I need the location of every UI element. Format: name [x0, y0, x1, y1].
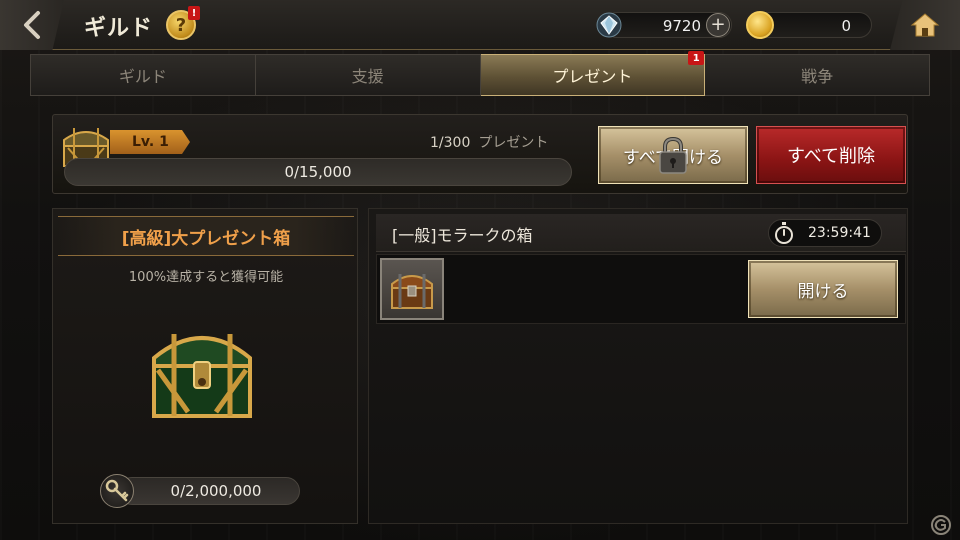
treasure-chest-icon — [391, 274, 433, 309]
reward-condition: 100%達成すると獲得可能 — [128, 270, 284, 285]
help-alert-badge: ! — [188, 6, 200, 20]
present-count-label: プレゼント — [478, 135, 549, 151]
level-badge: Lv. 1 — [110, 130, 190, 154]
present-count-value: 1/300 — [430, 135, 471, 151]
key-icon — [100, 474, 134, 508]
page-title: ギルド — [84, 16, 154, 41]
present-count: 1/300 プレゼント — [430, 132, 548, 152]
lock-icon — [659, 136, 687, 174]
tab-guild[interactable]: ギルド — [30, 54, 256, 96]
watermark-logo-icon — [931, 515, 951, 535]
tab-present-label: プレゼント — [552, 67, 633, 86]
chevron-left-icon — [24, 11, 40, 39]
diamond-icon — [596, 12, 622, 38]
gift-item-title: [一般]モラークの箱 — [392, 226, 533, 245]
large-present-chest-icon[interactable] — [148, 324, 256, 422]
open-gift-button[interactable]: 開ける — [748, 260, 898, 318]
gold-coin-icon — [746, 11, 774, 39]
reward-title: [高級]大プレゼント箱 — [58, 216, 354, 256]
key-progress-bar: 0/2,000,000 — [118, 477, 300, 505]
tab-bar: ギルド 支援 プレゼント 1 戦争 — [30, 51, 930, 96]
tab-support[interactable]: 支援 — [255, 54, 481, 96]
gold-value: 0 — [841, 17, 851, 35]
tab-war[interactable]: 戦争 — [705, 54, 930, 96]
level-progress-bar: 0/15,000 — [64, 158, 572, 186]
stopwatch-icon — [775, 222, 793, 244]
gem-value: 9720 — [662, 17, 701, 35]
home-icon — [910, 13, 940, 37]
tab-present[interactable]: プレゼント 1 — [480, 51, 706, 96]
add-gems-button[interactable]: + — [706, 13, 730, 37]
delete-all-button[interactable]: すべて削除 — [756, 126, 906, 184]
tab-present-badge: 1 — [688, 51, 705, 65]
timer-text: 23:59:41 — [808, 225, 871, 241]
gift-item-thumbnail[interactable] — [380, 258, 444, 320]
